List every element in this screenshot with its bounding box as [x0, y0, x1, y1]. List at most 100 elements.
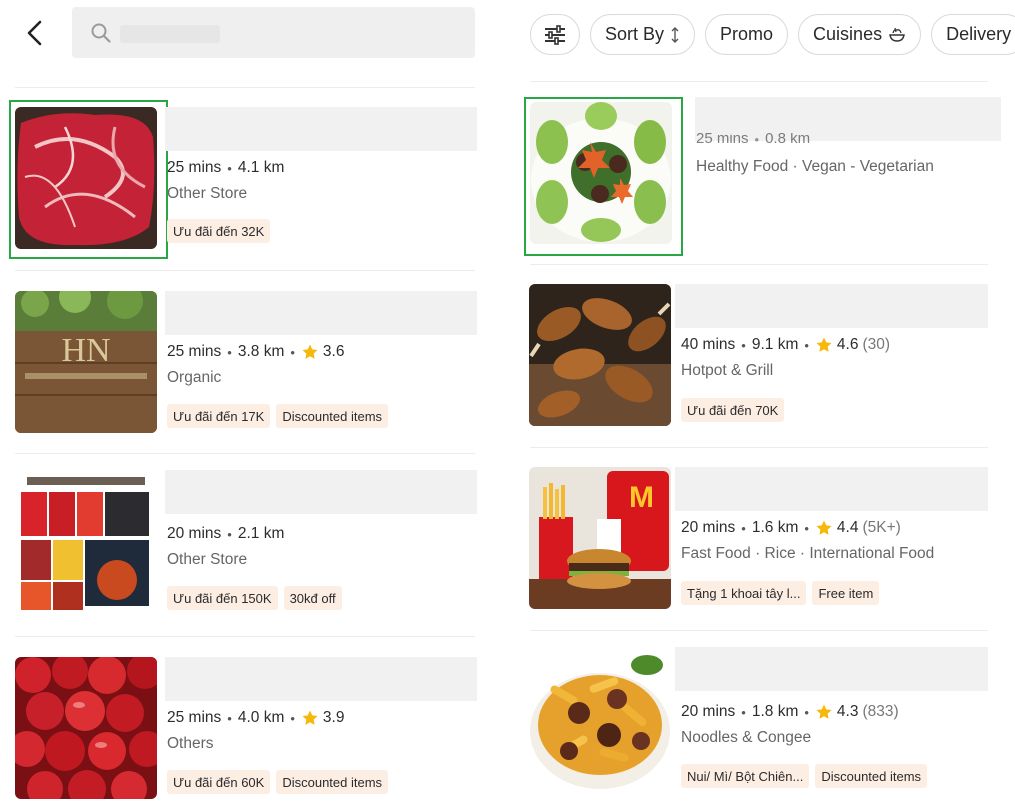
rating: 4.4 [836, 519, 859, 536]
rating-count: (833) [862, 703, 899, 720]
search-icon [91, 23, 111, 43]
store-name-redacted [675, 647, 988, 691]
distance: 0.8 km [765, 133, 811, 147]
store-meta: 40 mins • 9.1 km • 4.6 (30) [681, 336, 890, 354]
rating-count: (30) [862, 336, 891, 353]
store-name-redacted [165, 107, 477, 151]
divider [15, 636, 475, 637]
star-icon [301, 343, 319, 361]
distance: 4.1 km [237, 159, 285, 176]
store-meta: 20 mins • 1.6 km • 4.4 (5K+) [681, 519, 901, 537]
store-cuisine: Others [167, 735, 214, 752]
store-image-organic-sign: HN [15, 291, 157, 433]
store-card[interactable]: 25 mins • 4.0 km • 3.9 Others Ưu đãi đến… [15, 657, 477, 799]
promo-tags: Ưu đãi đến 70K [681, 398, 785, 422]
store-image-mcdonalds-meal: M [529, 467, 671, 609]
store-meta: 25 mins • 0.8 km [696, 133, 810, 147]
separator-dot: • [227, 160, 232, 176]
delivery-chip[interactable]: Delivery [931, 14, 1015, 55]
store-cuisine: Healthy Food · Vegan - Vegetarian [696, 158, 934, 175]
store-image-grilled-drumsticks [529, 284, 671, 426]
sliders-icon [545, 24, 565, 45]
store-card[interactable]: 40 mins • 9.1 km • 4.6 (30) Hotpot & Gri… [529, 284, 989, 426]
star-icon [815, 519, 833, 537]
distance: 1.6 km [751, 519, 799, 536]
distance: 1.8 km [751, 703, 799, 720]
promo-tags: Ưu đãi đến 60K Discounted items [167, 770, 389, 794]
promo-tag: Ưu đãi đến 70K [681, 398, 785, 422]
promo-tag: 30kđ off [283, 586, 342, 610]
rating-count: (5K+) [862, 519, 901, 536]
store-card[interactable]: M 20 mins • 1.6 km • 4.4 (5K+) Fast Food… [529, 467, 989, 609]
rating: 3.9 [322, 709, 345, 726]
store-card[interactable]: 25 mins • 4.1 km Other Store Ưu đãi đến … [9, 100, 477, 259]
delivery-time: 25 mins [167, 159, 222, 176]
store-card[interactable]: 20 mins • 1.8 km • 4.3 (833) Noodles & C… [529, 647, 989, 793]
store-name-redacted [165, 291, 477, 335]
promo-tag: Ưu đãi đến 60K [167, 770, 271, 794]
promo-tag: Ưu đãi đến 17K [167, 404, 271, 428]
delivery-time: 20 mins [681, 519, 736, 536]
sort-arrows-icon [670, 26, 680, 44]
separator-dot: • [227, 710, 232, 726]
delivery-label: Delivery [946, 24, 1012, 44]
store-card[interactable]: 25 mins • 0.8 km Healthy Food · Vegan - … [524, 97, 1001, 256]
divider [15, 270, 475, 271]
store-meta: 20 mins • 1.8 km • 4.3 (833) [681, 703, 899, 721]
back-button[interactable] [18, 14, 52, 52]
promo-tags: Ưu đãi đến 17K Discounted items [167, 404, 389, 428]
delivery-time: 25 mins [167, 709, 222, 726]
store-cuisine: Other Store [167, 185, 248, 202]
store-card[interactable]: HN 25 mins • 3.8 km • 3.6 Organic Ưu đãi… [15, 291, 477, 433]
store-cuisine: Noodles & Congee [681, 729, 812, 746]
divider [530, 447, 988, 448]
divider [15, 87, 475, 88]
separator-dot: • [227, 344, 232, 360]
promo-tags: Nui/ Mì/ Bột Chiên... Discounted items [681, 764, 928, 788]
separator-dot: • [741, 704, 746, 720]
store-image-hotpot-packages [15, 470, 157, 612]
promo-chip[interactable]: Promo [705, 14, 789, 55]
separator-dot: • [804, 704, 809, 720]
promo-tags: Tặng 1 khoai tây l... Free item [681, 581, 880, 605]
store-cuisine: Hotpot & Grill [681, 362, 774, 379]
promo-tag: Ưu đãi đến 150K [167, 586, 278, 610]
divider [15, 453, 475, 454]
store-image-vegetarian-dish [530, 102, 672, 244]
promo-tag: Discounted items [276, 404, 389, 428]
separator-dot: • [804, 520, 809, 536]
delivery-time: 40 mins [681, 336, 736, 353]
store-name-redacted [675, 467, 988, 511]
star-icon [815, 336, 833, 354]
svg-text:M: M [629, 481, 654, 514]
filter-button[interactable] [530, 14, 580, 55]
svg-text:HN: HN [61, 332, 110, 369]
rating: 4.3 [836, 703, 859, 720]
store-meta: 20 mins • 2.1 km [167, 525, 284, 543]
promo-tag: Discounted items [276, 770, 389, 794]
divider [530, 630, 988, 631]
delivery-time: 25 mins [167, 343, 222, 360]
store-name-redacted [165, 657, 477, 701]
sort-by-chip[interactable]: Sort By [590, 14, 696, 55]
search-bar[interactable] [72, 7, 475, 58]
cuisines-chip[interactable]: Cuisines [798, 14, 922, 55]
store-card[interactable]: 20 mins • 2.1 km Other Store Ưu đãi đến … [15, 470, 477, 612]
promo-tag: Discounted items [815, 764, 928, 788]
rating: 3.6 [322, 343, 345, 360]
food-bowl-icon [888, 27, 906, 43]
divider [530, 264, 988, 265]
distance: 2.1 km [237, 525, 285, 542]
divider [530, 81, 988, 82]
separator-dot: • [741, 520, 746, 536]
store-cuisine: Organic [167, 369, 222, 386]
separator-dot: • [290, 710, 295, 726]
delivery-time: 25 mins [696, 133, 749, 147]
search-input[interactable] [118, 19, 458, 46]
sort-by-label: Sort By [605, 24, 665, 44]
distance: 4.0 km [237, 709, 285, 726]
promo-tag: Tặng 1 khoai tây l... [681, 581, 807, 605]
distance: 9.1 km [751, 336, 799, 353]
delivery-time: 20 mins [167, 525, 222, 542]
store-meta: 25 mins • 3.8 km • 3.6 [167, 343, 344, 361]
